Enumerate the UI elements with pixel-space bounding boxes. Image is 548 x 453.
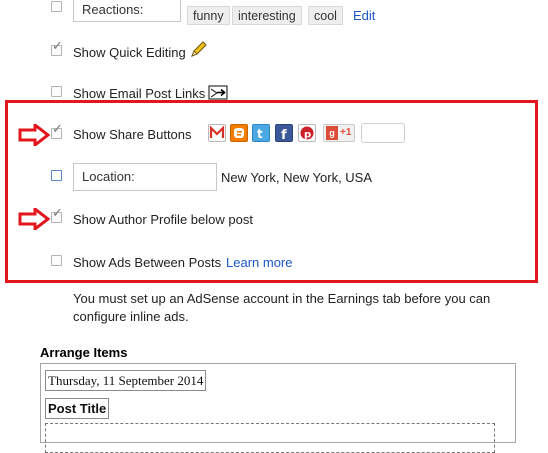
red-arrow-icon xyxy=(18,208,50,230)
reactions-edit-link[interactable]: Edit xyxy=(353,8,375,23)
reactions-label-field: Reactions: xyxy=(73,0,181,22)
arrange-item-date[interactable]: Thursday, 11 September 2014 xyxy=(45,370,207,391)
share-buttons-label: Show Share Buttons xyxy=(73,127,192,142)
checkmark-icon: ✓ xyxy=(52,39,63,54)
email-post-links-checkbox[interactable] xyxy=(51,86,62,97)
location-value: New York, New York, USA xyxy=(221,170,373,185)
pinterest-icon: p xyxy=(298,124,316,142)
pencil-icon xyxy=(191,41,207,57)
reaction-chip-cool: cool xyxy=(308,6,343,25)
svg-text:f: f xyxy=(281,128,287,141)
quick-editing-checkbox[interactable]: ✓ xyxy=(51,40,63,56)
svg-text:t: t xyxy=(257,127,263,141)
reaction-chip-interesting: interesting xyxy=(232,6,302,25)
reactions-label: Reactions: xyxy=(82,2,144,17)
learn-more-link[interactable]: Learn more xyxy=(226,255,292,270)
google-plus-icon: g xyxy=(326,126,338,140)
svg-text:p: p xyxy=(304,130,311,141)
ads-between-posts-label: Show Ads Between Posts xyxy=(73,255,222,270)
location-checkbox[interactable] xyxy=(51,170,62,181)
ads-between-posts-checkbox[interactable] xyxy=(51,255,62,266)
checkmark-icon: ✓ xyxy=(52,206,63,221)
reactions-checkbox[interactable] xyxy=(51,1,62,12)
email-post-links-label: Show Email Post Links xyxy=(73,86,206,101)
author-profile-checkbox[interactable]: ✓ xyxy=(51,207,63,223)
arrange-items-title: Arrange Items xyxy=(40,345,128,360)
adsense-note-line1: You must set up an AdSense account in th… xyxy=(73,291,491,306)
google-plus-one-button[interactable]: g +1 xyxy=(323,124,355,142)
arrange-item-post-body[interactable] xyxy=(45,423,495,453)
plus-one-label: +1 xyxy=(340,127,352,138)
quick-editing-label: Show Quick Editing xyxy=(73,45,186,60)
red-arrow-icon xyxy=(18,124,50,146)
arrange-item-post-title[interactable]: Post Title xyxy=(45,398,110,419)
location-label: Location: xyxy=(82,169,135,184)
share-buttons-checkbox[interactable]: ✓ xyxy=(51,123,63,139)
adsense-note-line2: configure inline ads. xyxy=(73,309,189,324)
facebook-icon: f xyxy=(275,124,293,143)
checkmark-icon: ✓ xyxy=(52,122,63,137)
blogger-icon xyxy=(230,124,248,142)
plus-one-count-bubble xyxy=(361,123,405,143)
location-label-field: Location: xyxy=(73,163,217,191)
twitter-icon: t xyxy=(252,124,270,142)
gmail-icon xyxy=(208,124,226,142)
email-forward-icon xyxy=(208,85,228,100)
reaction-chip-funny: funny xyxy=(187,6,230,25)
author-profile-label: Show Author Profile below post xyxy=(73,212,253,227)
